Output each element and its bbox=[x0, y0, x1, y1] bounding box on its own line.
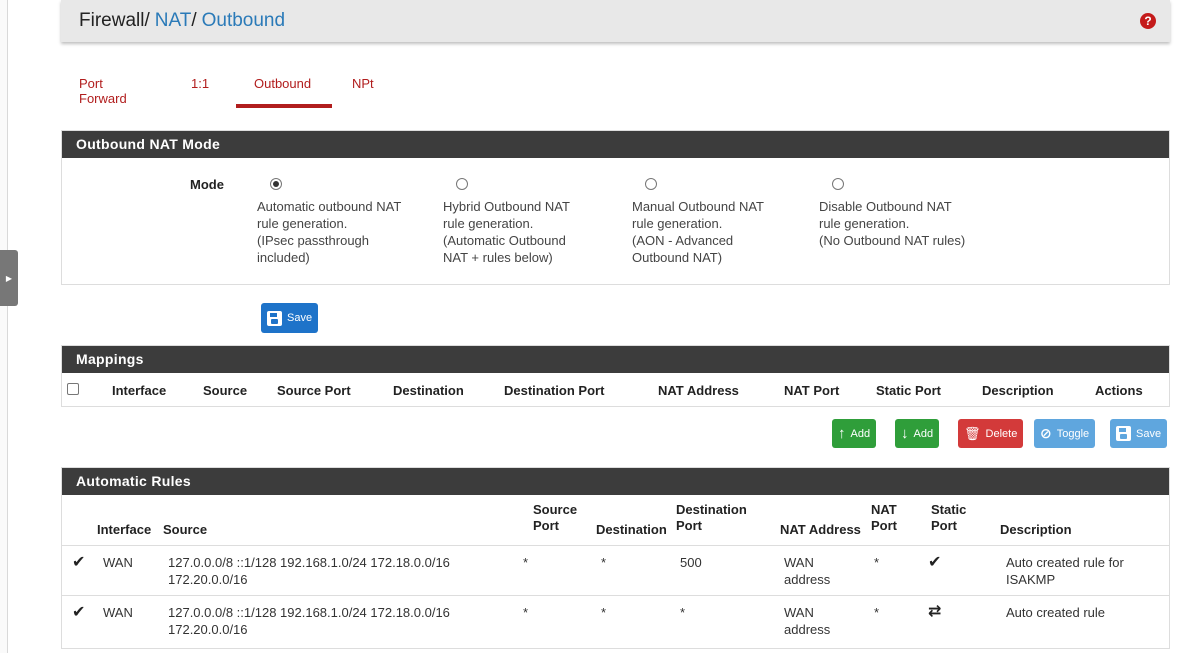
rule-interface: WAN bbox=[103, 555, 133, 570]
col-source-port[interactable]: Source Port bbox=[277, 383, 351, 398]
breadcrumb-outbound-link[interactable]: Outbound bbox=[202, 10, 285, 31]
rule-destination: * bbox=[601, 555, 607, 570]
panel-title: Automatic Rules bbox=[62, 468, 1169, 495]
mode-option-automatic[interactable]: Automatic outbound NAT rule generation. … bbox=[257, 178, 432, 266]
rule-nat-port: * bbox=[874, 555, 880, 570]
col-nat-port[interactable]: NAT Port bbox=[784, 383, 839, 398]
active-tab-indicator bbox=[236, 104, 332, 108]
radio-hybrid[interactable] bbox=[456, 178, 468, 190]
trash-icon: 🗑 bbox=[964, 425, 981, 441]
table-row: ✔ WAN 127.0.0.0/8 ::1/128 192.168.1.0/24… bbox=[62, 545, 1169, 595]
col-static-port[interactable]: Static Port bbox=[876, 383, 941, 398]
rule-source-port: * bbox=[523, 555, 529, 570]
col-nat-address: NAT Address bbox=[780, 522, 861, 537]
arrow-down-icon: ↓ bbox=[901, 425, 909, 442]
page-header: Firewall/NAT/Outbound ? bbox=[61, 0, 1170, 42]
radio-manual[interactable] bbox=[645, 178, 657, 190]
col-description[interactable]: Description bbox=[982, 383, 1054, 398]
toggle-button[interactable]: ⊘ Toggle bbox=[1034, 419, 1096, 448]
rule-destination-port: * bbox=[680, 605, 686, 620]
radio-automatic[interactable] bbox=[270, 178, 282, 190]
rule-destination-port: 500 bbox=[680, 555, 702, 570]
add-top-button[interactable]: ↑ Add bbox=[832, 419, 877, 448]
outbound-nat-mode-panel: Outbound NAT Mode Mode Automatic outboun… bbox=[61, 130, 1170, 285]
mappings-header-row: Interface Source Source Port Destination… bbox=[62, 373, 1169, 407]
table-row: ✔ WAN 127.0.0.0/8 ::1/128 192.168.1.0/24… bbox=[62, 595, 1169, 645]
rule-destination: * bbox=[601, 605, 607, 620]
mappings-panel: Mappings Interface Source Source Port De… bbox=[61, 345, 1170, 407]
panel-title: Mappings bbox=[62, 346, 1169, 373]
ban-icon: ⊘ bbox=[1040, 425, 1052, 441]
col-source: Source bbox=[163, 522, 208, 537]
col-destination: Destination bbox=[596, 522, 667, 537]
col-interface: Interface bbox=[97, 522, 152, 537]
breadcrumb: Firewall/NAT/Outbound bbox=[79, 10, 285, 32]
checkmark-icon: ✔ bbox=[72, 554, 86, 571]
col-destination[interactable]: Destination bbox=[393, 383, 464, 398]
mode-option-manual[interactable]: Manual Outbound NAT rule generation. (AO… bbox=[632, 178, 807, 266]
rule-nat-address: WAN address bbox=[784, 555, 831, 587]
automatic-rules-panel: Automatic Rules Interface Source Source … bbox=[61, 467, 1170, 649]
breadcrumb-firewall: Firewall bbox=[79, 10, 145, 31]
col-description: Description bbox=[1000, 522, 1072, 537]
mode-option-hybrid[interactable]: Hybrid Outbound NAT rule generation. (Au… bbox=[443, 178, 618, 266]
save-mode-button[interactable]: Save bbox=[261, 303, 319, 333]
rule-source-port: * bbox=[523, 605, 529, 620]
help-icon[interactable]: ? bbox=[1140, 13, 1156, 29]
breadcrumb-nat-link[interactable]: NAT bbox=[155, 10, 192, 31]
tab-port-forward[interactable]: Port Forward bbox=[79, 76, 127, 106]
arrow-up-icon: ↑ bbox=[838, 425, 846, 442]
left-border bbox=[0, 0, 8, 653]
add-bottom-button[interactable]: ↓ Add bbox=[895, 419, 940, 448]
tab-one-to-one[interactable]: 1:1 bbox=[191, 76, 209, 91]
rule-nat-address: WAN address bbox=[784, 605, 831, 637]
select-all-checkbox[interactable] bbox=[67, 383, 79, 395]
caret-right-icon: ▶ bbox=[5, 273, 13, 283]
radio-disable[interactable] bbox=[832, 178, 844, 190]
col-nat-address[interactable]: NAT Address bbox=[658, 383, 739, 398]
breadcrumb-separator: / bbox=[191, 10, 197, 31]
col-source-port: Source Port bbox=[533, 502, 578, 533]
sidebar-toggle-button[interactable]: ▶ bbox=[0, 250, 18, 306]
delete-button[interactable]: 🗑 Delete bbox=[958, 419, 1024, 448]
col-destination-port[interactable]: Destination Port bbox=[504, 383, 604, 398]
rule-interface: WAN bbox=[103, 605, 133, 620]
mode-label: Mode bbox=[190, 177, 224, 192]
rule-source: 127.0.0.0/8 ::1/128 192.168.1.0/24 172.1… bbox=[168, 555, 450, 587]
random-shuffle-icon: ⇄ bbox=[928, 603, 942, 620]
col-actions: Actions bbox=[1095, 383, 1143, 398]
rule-source: 127.0.0.0/8 ::1/128 192.168.1.0/24 172.1… bbox=[168, 605, 450, 637]
panel-title: Outbound NAT Mode bbox=[62, 131, 1169, 158]
checkmark-icon: ✔ bbox=[72, 604, 86, 621]
save-icon bbox=[267, 310, 282, 326]
rule-nat-port: * bbox=[874, 605, 880, 620]
col-destination-port: Destination Port bbox=[676, 502, 747, 533]
tab-outbound[interactable]: Outbound bbox=[254, 76, 311, 91]
save-icon bbox=[1116, 426, 1131, 441]
save-mappings-button[interactable]: Save bbox=[1110, 419, 1168, 448]
col-static-port: Static Port bbox=[931, 502, 967, 533]
rule-description: Auto created rule for ISAKMP bbox=[1006, 555, 1124, 587]
breadcrumb-separator: / bbox=[144, 10, 150, 31]
mode-option-disable[interactable]: Disable Outbound NAT rule generation. (N… bbox=[819, 178, 1009, 249]
col-interface[interactable]: Interface bbox=[112, 383, 166, 398]
rule-description: Auto created rule bbox=[1006, 605, 1106, 620]
col-nat-port: NAT Port bbox=[871, 502, 897, 533]
col-source[interactable]: Source bbox=[203, 383, 247, 398]
tab-npt[interactable]: NPt bbox=[352, 76, 374, 91]
checkmark-icon: ✔ bbox=[928, 554, 942, 571]
automatic-rules-header: Interface Source Source Port Destination… bbox=[62, 495, 1169, 545]
